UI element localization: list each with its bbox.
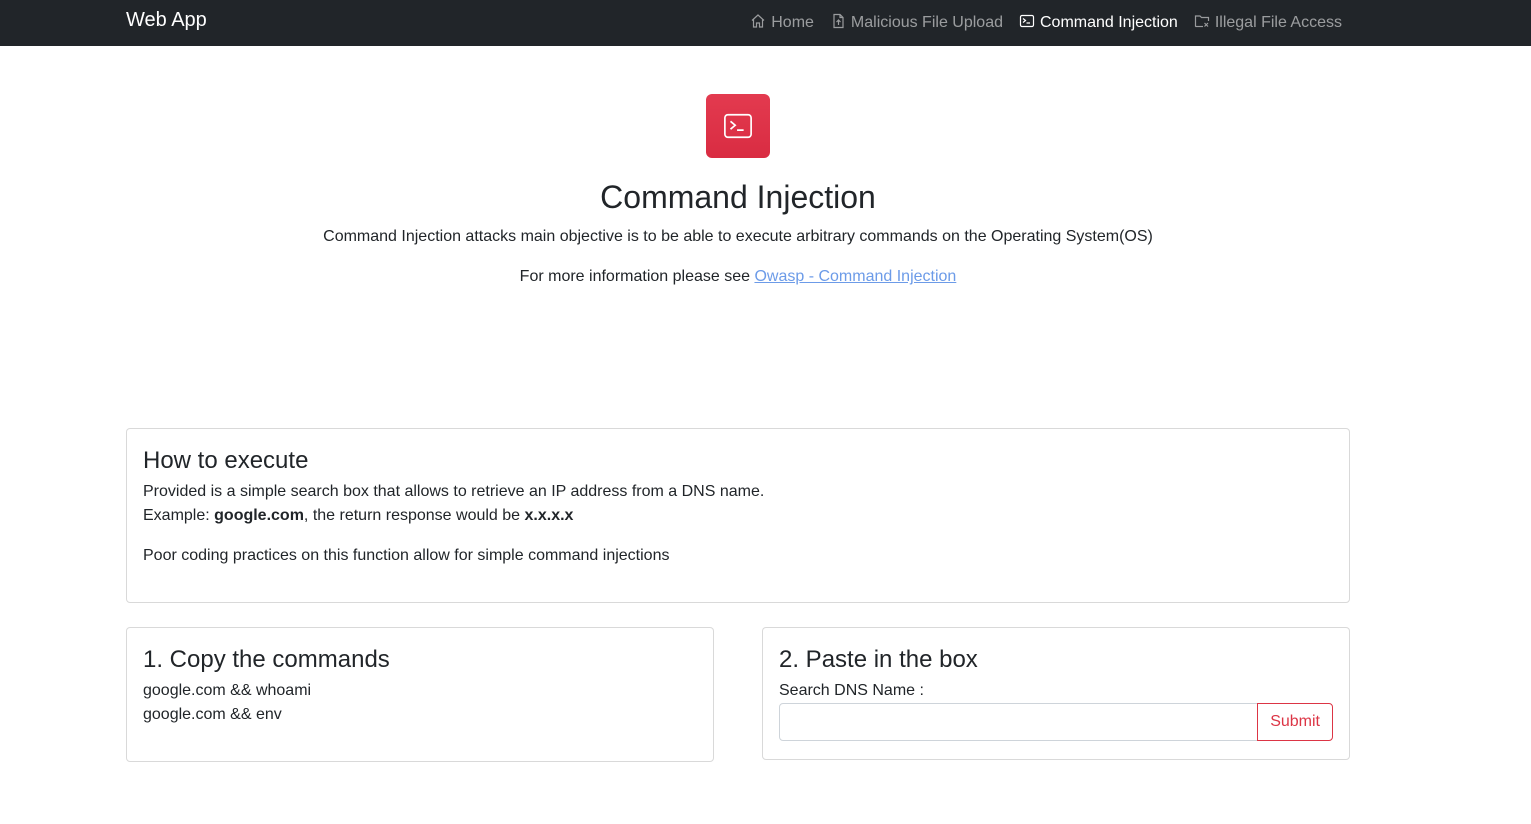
nav-item-illegal-file-access[interactable]: Illegal File Access <box>1194 13 1342 34</box>
how-description: Provided is a simple search box that all… <box>143 483 765 501</box>
navbar: Web App Home Malicious File Upload Comma… <box>0 0 1531 46</box>
nav-menu: Home Malicious File Upload Command Injec… <box>750 0 1342 46</box>
hero-section: Command Injection Command Injection atta… <box>0 94 1476 289</box>
house-icon <box>750 13 766 34</box>
search-input-group: Submit <box>779 703 1333 742</box>
page-description: Command Injection attacks main objective… <box>323 228 1153 246</box>
card-title: 1. Copy the commands <box>143 646 390 673</box>
search-dns-label: Search DNS Name : <box>779 682 924 700</box>
brand-link[interactable]: Web App <box>126 9 207 32</box>
paste-box-card: 2. Paste in the box Search DNS Name : Su… <box>762 627 1350 760</box>
terminal-icon <box>1019 13 1035 34</box>
more-info-text: For more information please see <box>519 268 755 286</box>
folder-x-icon <box>1194 13 1210 34</box>
owasp-link[interactable]: Owasp - Command Injection <box>754 268 956 285</box>
nav-item-label: Home <box>771 14 814 31</box>
nav-item-label: Command Injection <box>1039 14 1178 31</box>
page-title: Command Injection <box>600 179 876 215</box>
how-to-execute-card: How to execute Provided is a simple sear… <box>126 428 1350 603</box>
nav-item-label: Illegal File Access <box>1214 14 1342 31</box>
card-title: 2. Paste in the box <box>779 646 978 673</box>
example-prefix: Example: <box>143 507 215 525</box>
example-domain: google.com <box>214 507 304 525</box>
command-item: google.com && env <box>143 706 282 724</box>
how-example: Example: google.com, the return response… <box>143 504 1333 528</box>
copy-commands-card: 1. Copy the commands google.com && whoam… <box>126 627 714 762</box>
submit-button[interactable]: Submit <box>1257 703 1333 742</box>
search-dns-input[interactable] <box>779 703 1259 742</box>
nav-item-malicious-file-upload[interactable]: Malicious File Upload <box>830 13 1003 34</box>
file-upload-icon <box>830 13 846 34</box>
card-title: How to execute <box>143 447 309 474</box>
example-middle: , the return response would be <box>303 507 525 525</box>
example-result: x.x.x.x <box>524 507 574 525</box>
more-info: For more information please see Owasp - … <box>0 265 1476 289</box>
nav-item-home[interactable]: Home <box>750 13 814 34</box>
nav-item-label: Malicious File Upload <box>850 14 1003 31</box>
command-item: google.com && whoami <box>143 682 312 700</box>
how-warning: Poor coding practices on this function a… <box>143 547 670 565</box>
nav-item-command-injection[interactable]: Command Injection <box>1019 13 1178 34</box>
terminal-icon <box>706 94 770 158</box>
